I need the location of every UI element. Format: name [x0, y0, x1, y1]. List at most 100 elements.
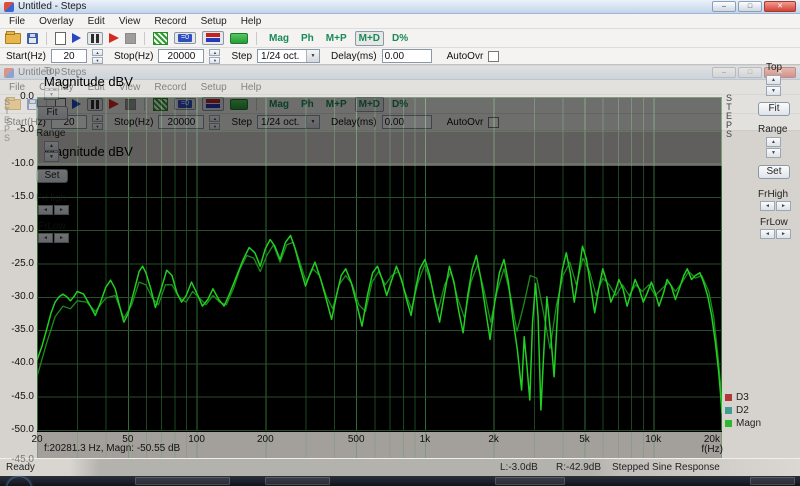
toolbar-button-m-d[interactable]: M+D	[354, 30, 385, 46]
fit-button[interactable]: Fit	[758, 102, 790, 116]
toolbar-button-m-p[interactable]: M+P	[322, 31, 351, 46]
menu-record: Record	[154, 81, 187, 93]
window-chrome: Untitled - Steps – □ ✕ File Overlay Edit Vi…	[0, 0, 800, 65]
toolbar-separator	[46, 31, 47, 45]
legend-item-d3: D3	[725, 391, 761, 404]
x-axis-name: f(Hz)	[701, 444, 723, 455]
menu-edit[interactable]: Edit	[81, 16, 112, 27]
y-tick-label: -35.0	[11, 324, 34, 336]
toolbar: =0 Mag Ph M+P M+D D%	[0, 29, 800, 48]
cursor-readout: f:20281.3 Hz, Magn: -50.55 dB	[44, 443, 181, 454]
open-icon[interactable]	[5, 30, 21, 44]
chevron-down-icon[interactable]: ▼	[306, 50, 320, 62]
delay-ms-input[interactable]	[381, 49, 432, 63]
flag-icon[interactable]	[72, 33, 81, 43]
step-select[interactable]: 1/24 oct. ▼	[257, 49, 321, 63]
pause-button[interactable]	[87, 31, 103, 45]
range-label: Range	[758, 124, 788, 135]
taskbar-button[interactable]	[135, 477, 230, 485]
menu-view[interactable]: View	[112, 16, 148, 27]
delay-ms-label: Delay(ms)	[331, 50, 377, 62]
title-bar[interactable]: Untitled - Steps – □ ✕	[0, 0, 800, 14]
taskbar-button[interactable]	[265, 477, 330, 485]
y-tick-label: -30.0	[11, 290, 34, 302]
start-hz-label: Start(Hz)	[6, 50, 46, 62]
legend-item-d2: D2	[725, 404, 761, 417]
menu-bar: File Overlay Edit View Record Setup Help	[0, 14, 800, 29]
step-selected-value: 1/24 oct.	[261, 50, 300, 62]
chart-plot[interactable]	[37, 97, 722, 432]
legend-label: D2	[736, 405, 749, 416]
menu-setup[interactable]: Setup	[194, 16, 234, 27]
overlay-hatch-icon[interactable]	[153, 31, 168, 45]
play-icon[interactable]	[109, 33, 119, 43]
minimize-button[interactable]: –	[712, 1, 736, 12]
range-up-button[interactable]: ▲	[766, 137, 781, 147]
status-left-level: L:-3.0dB	[500, 462, 538, 473]
ghost-y-axis-label: -45.0	[11, 454, 34, 465]
retrigger-zero-button[interactable]: =0	[174, 32, 196, 44]
range-down-button[interactable]: ▼	[766, 148, 781, 158]
start-hz-input[interactable]	[51, 49, 87, 63]
measurement-fields-row: Start(Hz) ▲▼ Stop(Hz) ▲▼ Step 1/24 oct. …	[0, 48, 800, 65]
chart-legend: D3 D2 Magn	[725, 391, 761, 430]
x-tick-label: 200	[256, 434, 274, 445]
autoovr-checkbox[interactable]	[488, 50, 500, 62]
x-tick-label: 5k	[579, 434, 590, 445]
taskbar-button[interactable]	[750, 477, 795, 485]
y-tick-label: -15.0	[11, 190, 34, 202]
y-axis-labels: 0.0 -5.0 -10.0 -15.0 -20.0 -25.0 -30.0 -35.0 -40…	[0, 62, 34, 462]
toolbar-text-buttons: Mag Ph M+P M+D D%	[265, 30, 412, 46]
maximize-button[interactable]: □	[738, 1, 762, 12]
legend-label: D3	[736, 392, 749, 403]
set-button[interactable]: Set	[758, 165, 790, 179]
window-title: Untitled - Steps	[18, 1, 87, 12]
x-tick-label: 1k	[419, 434, 431, 445]
trace-d2-overlay	[37, 241, 722, 401]
start-hz-stepper[interactable]: ▲ ▼	[92, 49, 103, 64]
stop-hz-stepper[interactable]: ▲ ▼	[209, 49, 221, 64]
top-up-button[interactable]: ▲	[766, 75, 781, 85]
steps-app-window: Untitled - Steps – □ ✕ File Overlay Edit Vi…	[0, 0, 800, 486]
x-tick-label: 100	[188, 434, 205, 445]
stop-hz-input[interactable]	[158, 49, 205, 63]
status-right-level: R:-42.9dB	[556, 462, 602, 473]
frhigh-left-button[interactable]: ◄	[760, 201, 775, 211]
y-tick-label: -40.0	[11, 357, 34, 369]
y-tick-label: -45.0	[11, 390, 34, 402]
toolbar-button-ph[interactable]: Ph	[297, 31, 318, 46]
legend-swatch	[725, 420, 732, 427]
taskbar-button[interactable]	[495, 477, 565, 485]
spectrum-bars-button[interactable]	[202, 31, 224, 45]
toolbar-button-d-[interactable]: D%	[388, 31, 412, 46]
close-button[interactable]: ✕	[764, 1, 796, 12]
new-file-icon[interactable]	[55, 31, 66, 45]
frhigh-label: FrHigh	[758, 189, 789, 200]
menu-overlay[interactable]: Overlay	[32, 16, 80, 27]
frlow-right-button[interactable]: ►	[776, 229, 791, 239]
y-tick-label: -10.0	[11, 157, 34, 169]
menu-file[interactable]: File	[2, 16, 32, 27]
right-control-panel: Top ▲ ▼ Fit Range ▲ ▼ Set FrHigh ◄ ► FrL…	[722, 62, 800, 314]
stop-icon[interactable]	[125, 32, 136, 44]
frhigh-right-button[interactable]: ►	[776, 201, 791, 211]
toolbar-button-mag[interactable]: Mag	[265, 31, 293, 46]
top-down-button[interactable]: ▼	[766, 86, 781, 96]
save-icon[interactable]	[27, 32, 38, 44]
start-orb-icon[interactable]	[7, 477, 31, 486]
menu-help[interactable]: Help	[234, 16, 269, 27]
menu-help: Help	[240, 81, 262, 93]
windows-taskbar[interactable]	[0, 476, 800, 486]
toolbar-separator	[256, 31, 257, 45]
x-tick-label: 10k	[645, 434, 662, 445]
status-bar: Ready L:-3.0dB R:-42.9dB Stepped Sine Re…	[0, 458, 800, 476]
x-tick-label: 2k	[488, 434, 499, 445]
step-label: Step	[231, 50, 253, 62]
signal-meter-icon[interactable]	[230, 32, 248, 44]
status-mode: Stepped Sine Response	[612, 462, 720, 473]
menu-record[interactable]: Record	[147, 16, 193, 27]
frlow-left-button[interactable]: ◄	[760, 229, 775, 239]
x-tick-label: 500	[347, 434, 365, 445]
y-tick-label: -25.0	[11, 257, 34, 269]
legend-label: Magn	[736, 418, 762, 429]
